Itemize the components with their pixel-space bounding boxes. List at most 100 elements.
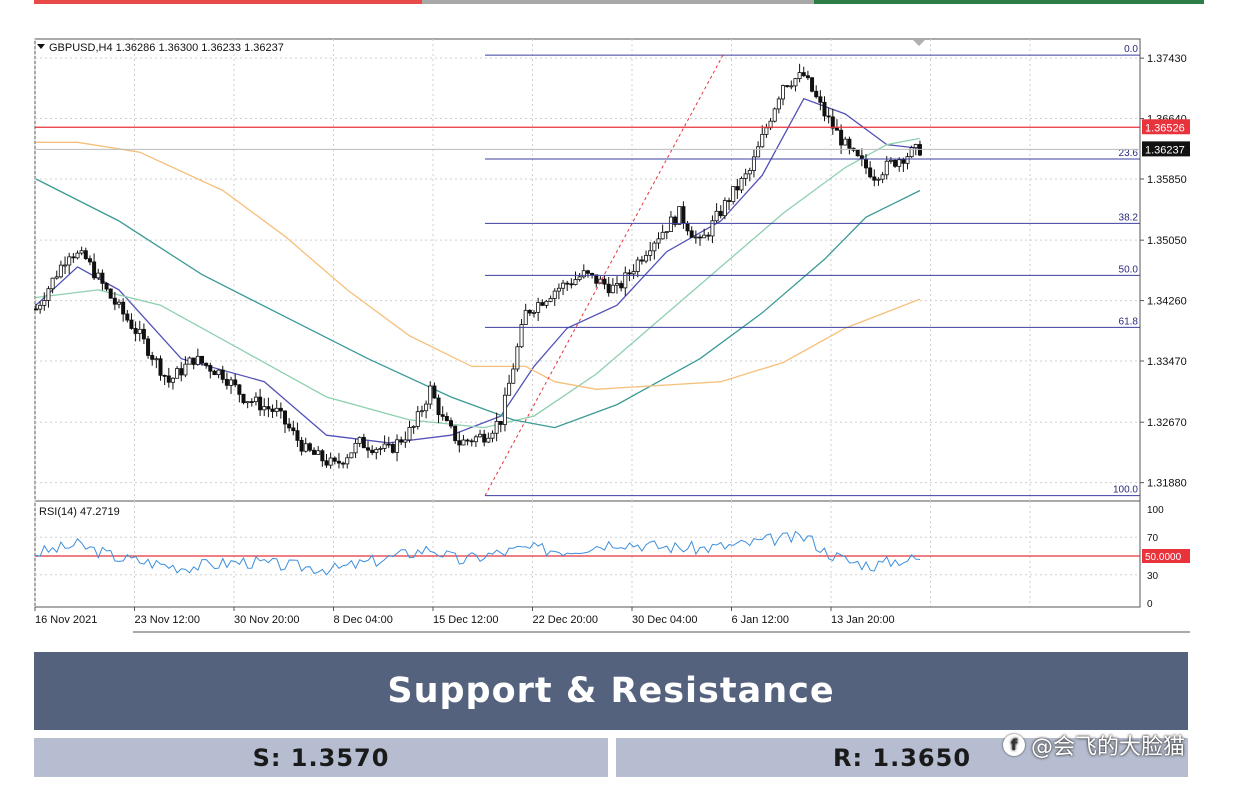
candle-body bbox=[328, 457, 333, 466]
candle-body bbox=[913, 144, 918, 149]
candle-body bbox=[839, 129, 844, 146]
candle-body bbox=[137, 328, 142, 334]
candle-body bbox=[764, 127, 769, 135]
candle-body bbox=[270, 408, 275, 412]
candle-body bbox=[556, 287, 561, 292]
candle-body bbox=[681, 206, 686, 224]
time-tick-label: 22 Dec 20:00 bbox=[533, 614, 598, 626]
candle-body bbox=[58, 264, 63, 278]
candle-body bbox=[158, 358, 163, 376]
time-tick-label: 30 Nov 20:00 bbox=[234, 614, 299, 626]
candle-body bbox=[448, 420, 453, 427]
watermark-logo-icon: f bbox=[1003, 734, 1025, 756]
candle-body bbox=[822, 101, 827, 117]
time-tick-label: 8 Dec 04:00 bbox=[334, 614, 393, 626]
time-tick-label: 23 Nov 12:00 bbox=[135, 614, 200, 626]
candle-body bbox=[793, 78, 798, 87]
candle-body bbox=[615, 283, 620, 286]
top-accent-gray bbox=[422, 0, 814, 4]
candle-body bbox=[162, 374, 167, 377]
candle-body bbox=[502, 394, 507, 425]
price-tick-label: 1.37430 bbox=[1147, 53, 1187, 65]
candle-body bbox=[237, 384, 242, 395]
candle-body bbox=[50, 277, 55, 290]
fib-level-label: 38.2 bbox=[1119, 212, 1139, 223]
candle-body bbox=[689, 230, 694, 238]
candle-body bbox=[585, 270, 590, 274]
candle-body bbox=[216, 369, 221, 376]
candle-body bbox=[403, 439, 408, 443]
candle-body bbox=[224, 379, 229, 386]
candle-body bbox=[191, 357, 196, 365]
candle-body bbox=[370, 449, 375, 454]
fib-level-label: 0.0 bbox=[1124, 44, 1138, 55]
candle-body bbox=[660, 231, 665, 240]
candle-body bbox=[249, 401, 254, 403]
time-tick-label: 13 Jan 20:00 bbox=[831, 614, 895, 626]
candle-body bbox=[685, 222, 690, 232]
candle-body bbox=[536, 302, 541, 313]
rsi-tick-label: 0 bbox=[1147, 599, 1153, 610]
candle-body bbox=[834, 127, 839, 131]
candle-body bbox=[569, 283, 574, 286]
candle-body bbox=[731, 186, 736, 202]
candle-body bbox=[789, 85, 794, 88]
candle-body bbox=[33, 308, 39, 311]
candle-body bbox=[170, 377, 175, 383]
candle-body bbox=[565, 282, 570, 285]
price-tick-label: 1.33470 bbox=[1147, 356, 1187, 368]
candle-body bbox=[204, 362, 209, 366]
candle-body bbox=[552, 290, 557, 299]
candle-body bbox=[478, 433, 483, 438]
candle-body bbox=[511, 368, 516, 384]
candle-body bbox=[67, 256, 72, 266]
candle-body bbox=[872, 176, 877, 181]
candle-body bbox=[440, 414, 445, 417]
candle-body bbox=[818, 96, 823, 103]
candle-body bbox=[233, 379, 238, 386]
candle-body bbox=[42, 300, 47, 306]
fib-level-label: 61.8 bbox=[1119, 316, 1139, 327]
candle-body bbox=[473, 436, 478, 443]
time-tick-label: 15 Dec 12:00 bbox=[433, 614, 498, 626]
candle-body bbox=[266, 406, 271, 410]
candle-body bbox=[897, 159, 902, 167]
candle-body bbox=[79, 250, 84, 254]
candle-body bbox=[129, 319, 134, 329]
candle-body bbox=[295, 430, 300, 441]
candle-body bbox=[523, 309, 528, 325]
candle-body bbox=[307, 443, 312, 451]
candle-body bbox=[515, 346, 520, 370]
candle-body bbox=[287, 423, 292, 429]
time-tick-label: 30 Dec 04:00 bbox=[632, 614, 697, 626]
candle-body bbox=[100, 272, 105, 284]
candle-body bbox=[498, 420, 503, 425]
current-price-label: 1.36237 bbox=[1145, 144, 1185, 156]
candle-body bbox=[631, 271, 636, 275]
candle-body bbox=[104, 282, 109, 290]
price-tick-label: 1.34260 bbox=[1147, 296, 1187, 308]
candle-body bbox=[199, 355, 204, 364]
candle-body bbox=[706, 234, 711, 237]
candle-body bbox=[785, 85, 790, 87]
top-accent-green bbox=[814, 0, 1204, 4]
candle-body bbox=[415, 411, 420, 427]
candle-body bbox=[627, 272, 632, 275]
candle-body bbox=[693, 236, 698, 239]
candle-body bbox=[154, 358, 159, 361]
candle-body bbox=[880, 174, 885, 180]
candle-body bbox=[855, 149, 860, 157]
candle-body bbox=[461, 439, 466, 446]
candle-body bbox=[175, 368, 180, 379]
candle-body bbox=[121, 301, 126, 315]
candle-body bbox=[577, 276, 582, 280]
candle-body bbox=[46, 288, 51, 301]
candle-body bbox=[341, 462, 346, 465]
resistance-level: R: 1.3650 bbox=[832, 743, 972, 772]
candle-body bbox=[63, 264, 68, 267]
candle-body bbox=[698, 236, 703, 239]
candle-body bbox=[166, 375, 171, 383]
candle-body bbox=[453, 425, 458, 442]
fib-level-label: 50.0 bbox=[1119, 264, 1139, 275]
candle-body bbox=[573, 279, 578, 285]
